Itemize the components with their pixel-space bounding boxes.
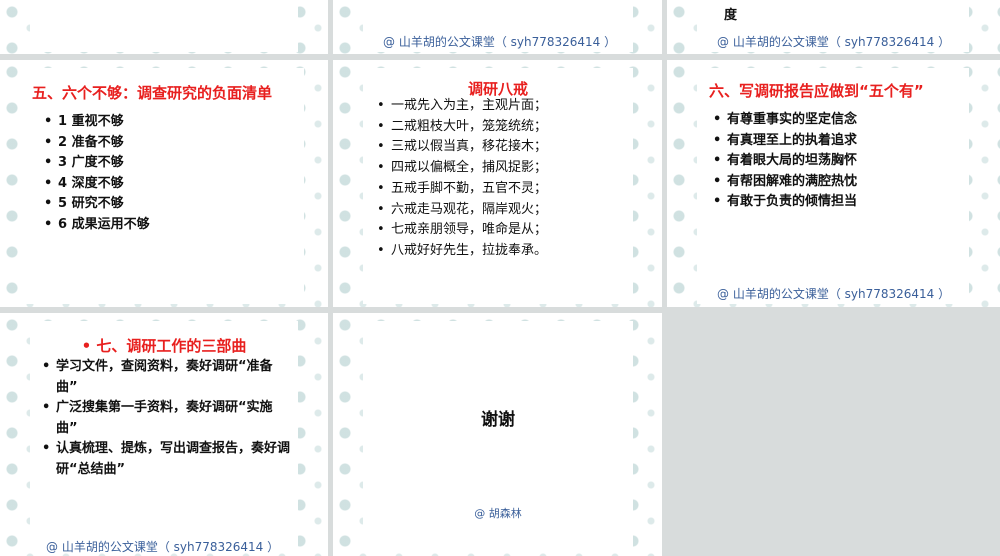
- slide-footer: @ 山羊胡的公文课堂（ syh778326414 ）: [46, 540, 280, 554]
- list-item: 有帮困解难的满腔热忱: [713, 172, 857, 193]
- slide-thumb-8[interactable]: • 七、调研工作的三部曲 学习文件，查阅资料，奏好调研“准备曲” 广泛搜集第一手…: [0, 313, 328, 556]
- list-item: 一戒先入为主，主观片面；: [377, 96, 547, 117]
- slide-bullet-list: 1 重视不够 2 准备不够 3 广度不够 4 深度不够 5 研究不够 6 成果运…: [44, 112, 150, 235]
- list-item: 有敢于负责的倾情担当: [713, 192, 857, 213]
- empty-slot: [667, 313, 1000, 556]
- list-item: 八戒好好先生，拉拢奉承。: [377, 241, 547, 262]
- list-item: 四戒以偏概全，捕风捉影；: [377, 158, 547, 179]
- list-item: 2 准备不够: [44, 133, 150, 154]
- slide-thumb-5[interactable]: 五、六个不够：调查研究的负面清单 1 重视不够 2 准备不够 3 广度不够 4 …: [0, 60, 328, 307]
- slide-thumb-2[interactable]: [0, 0, 328, 54]
- slide-thumb-4[interactable]: 度 @ 山羊胡的公文课堂（ syh778326414 ）: [667, 0, 1000, 54]
- slide-bullet-list: 一戒先入为主，主观片面； 二戒粗枝大叶，笼笼统统； 三戒以假当真，移花接木； 四…: [377, 96, 547, 262]
- list-item: 有真理至上的执着追求: [713, 131, 857, 152]
- slide-thumb-9[interactable]: 谢谢 @ 胡森林: [333, 313, 662, 556]
- slide-title: 六、写调研报告应做到“五个有”: [709, 82, 924, 100]
- list-item: 4 深度不够: [44, 174, 150, 195]
- list-item: 三戒以假当真，移花接木；: [377, 137, 547, 158]
- slide-footer: @ 山羊胡的公文课堂（ syh778326414 ）: [717, 35, 951, 49]
- slide-title: 五、六个不够：调查研究的负面清单: [32, 84, 273, 102]
- slide-footer: @ 山羊胡的公文课堂（ syh778326414 ）: [383, 35, 617, 49]
- slide-thumb-6[interactable]: 调研八戒 一戒先入为主，主观片面； 二戒粗枝大叶，笼笼统统； 三戒以假当真，移花…: [333, 60, 662, 307]
- slide-thumb-3[interactable]: @ 山羊胡的公文课堂（ syh778326414 ）: [333, 0, 662, 54]
- list-item: 认真梳理、提炼，写出调查报告，奏好调研“总结曲”: [42, 439, 292, 480]
- list-item: 6 成果运用不够: [44, 215, 150, 236]
- list-item: 3 广度不够: [44, 153, 150, 174]
- slide-bullet-list: 有尊重事实的坚定信念 有真理至上的执着追求 有着眼大局的坦荡胸怀 有帮困解难的满…: [713, 110, 857, 213]
- list-item: 学习文件，查阅资料，奏好调研“准备曲”: [42, 357, 292, 398]
- list-item: 广泛搜集第一手资料，奏好调研“实施曲”: [42, 398, 292, 439]
- list-item: 五戒手脚不勤，五官不灵；: [377, 179, 547, 200]
- slide-text-tail: 度: [724, 8, 738, 23]
- slide-bullet-list: 学习文件，查阅资料，奏好调研“准备曲” 广泛搜集第一手资料，奏好调研“实施曲” …: [42, 357, 292, 480]
- list-item: 六戒走马观花，隔岸观火；: [377, 200, 547, 221]
- list-item: 二戒粗枝大叶，笼笼统统；: [377, 117, 547, 138]
- list-item: 七戒亲朋领导，唯命是从；: [377, 220, 547, 241]
- slide-footer: @ 山羊胡的公文课堂（ syh778326414 ）: [717, 287, 951, 301]
- slide-title: 谢谢: [481, 410, 515, 430]
- list-item: 有着眼大局的坦荡胸怀: [713, 151, 857, 172]
- list-item: 5 研究不够: [44, 194, 150, 215]
- slide-title: • 七、调研工作的三部曲: [81, 337, 247, 355]
- author-credit: @ 胡森林: [474, 507, 522, 520]
- list-item: 有尊重事实的坚定信念: [713, 110, 857, 131]
- slide-thumb-7[interactable]: 六、写调研报告应做到“五个有” 有尊重事实的坚定信念 有真理至上的执着追求 有着…: [667, 60, 1000, 307]
- list-item: 1 重视不够: [44, 112, 150, 133]
